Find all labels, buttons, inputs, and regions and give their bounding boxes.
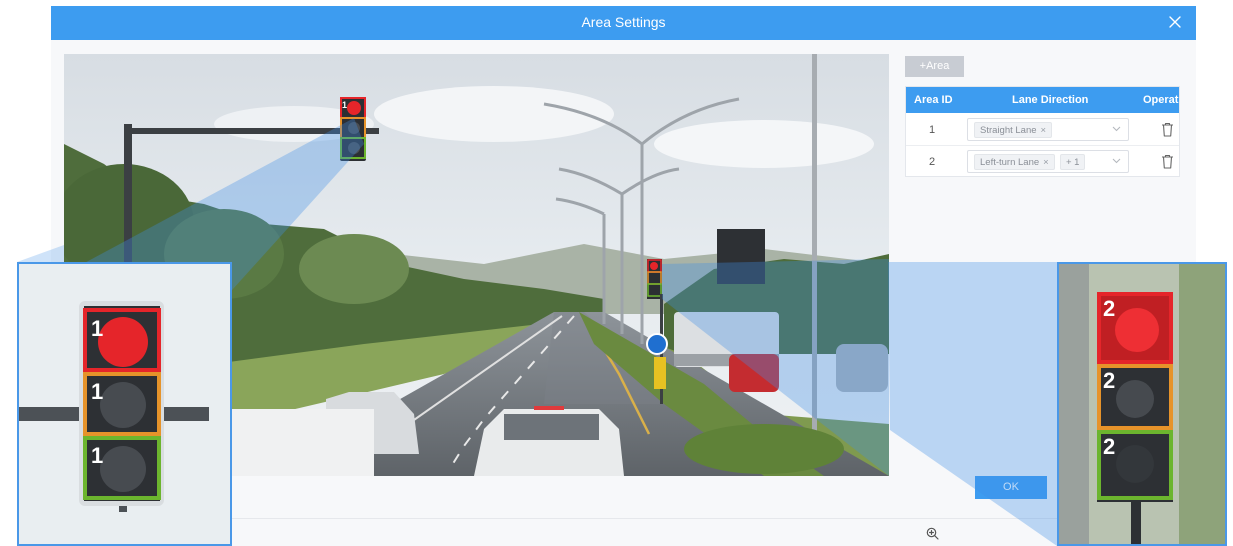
lamp-id-green: 2: [1103, 434, 1115, 459]
pole-blur: [1059, 264, 1089, 544]
lamp-id-amber: 1: [91, 379, 103, 404]
red-lamp: [98, 317, 148, 367]
callout-beam-right-outer: [888, 262, 1057, 546]
green-lamp: [100, 446, 146, 492]
zoom-callout-right: 2 2 2: [1057, 262, 1227, 546]
zoomed-traffic-light-right: 2 2 2: [1059, 264, 1225, 544]
amber-lamp: [100, 382, 146, 428]
foliage-blur: [1179, 264, 1225, 544]
lamp-id-red: 2: [1103, 296, 1115, 321]
lamp-id-amber: 2: [1103, 368, 1115, 393]
signal-pole: [1131, 502, 1141, 544]
amber-lamp: [1116, 380, 1154, 418]
stage: Area Settings 1 +Area Area ID Lane Direc…: [0, 0, 1233, 546]
signal-mount: [119, 506, 127, 512]
lamp-id-red: 1: [91, 316, 103, 341]
zoom-callout-left: 1 1 1: [17, 262, 232, 546]
lamp-id-green: 1: [91, 443, 103, 468]
red-lamp: [1115, 308, 1159, 352]
green-lamp: [1116, 445, 1154, 483]
zoomed-traffic-light-left: 1 1 1: [19, 264, 230, 544]
